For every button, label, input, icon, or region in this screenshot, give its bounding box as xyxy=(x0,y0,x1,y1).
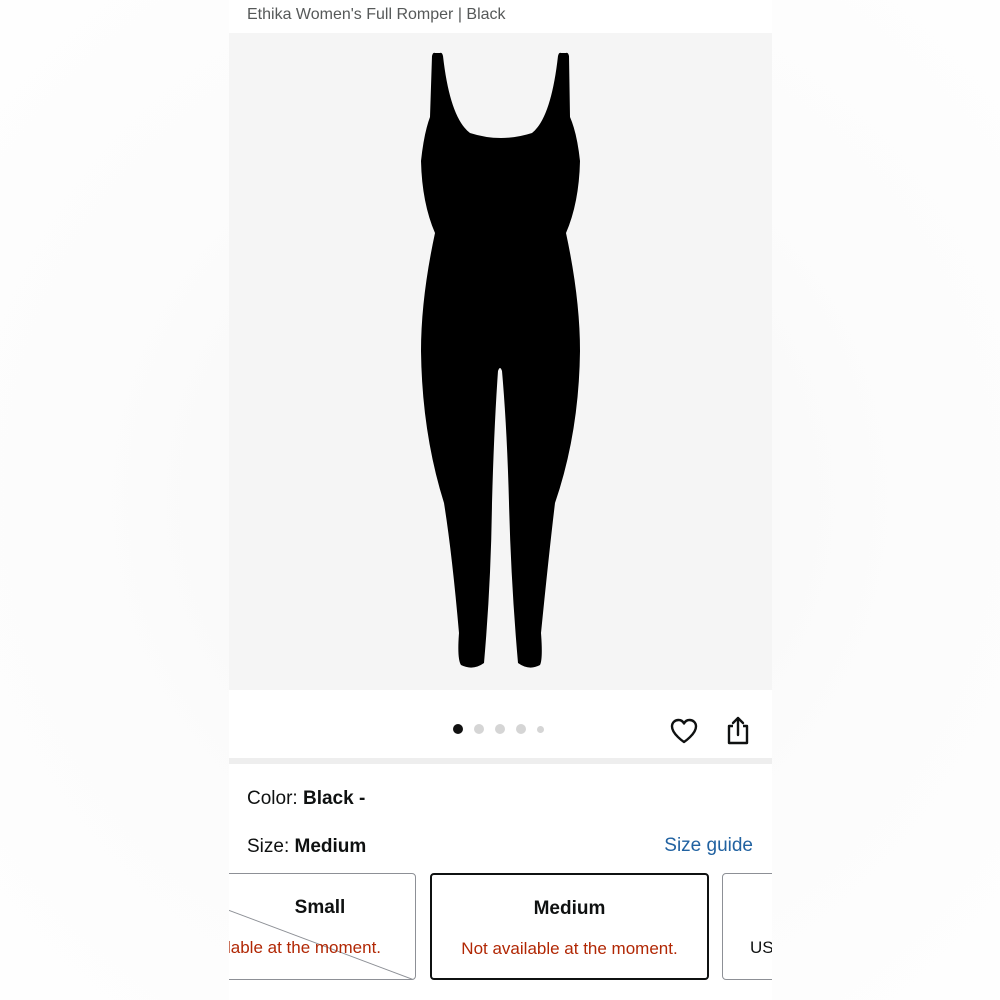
product-image-gallery[interactable] xyxy=(229,33,772,690)
unavailable-strike xyxy=(229,909,414,979)
size-option-large[interactable]: US xyxy=(722,873,772,980)
share-button[interactable] xyxy=(721,714,755,748)
romper-image xyxy=(421,52,580,668)
gallery-pagination xyxy=(453,724,544,734)
size-option-status: Not available at the moment. xyxy=(461,939,678,958)
share-icon xyxy=(727,716,749,745)
size-row: Size: Medium xyxy=(247,836,366,858)
size-option-status: US xyxy=(750,938,772,957)
size-option-small[interactable]: Small lable at the moment. xyxy=(229,873,416,980)
gallery-dot[interactable] xyxy=(474,724,484,734)
wishlist-button[interactable] xyxy=(667,714,701,748)
size-option-medium[interactable]: Medium Not available at the moment. xyxy=(430,873,709,980)
color-value: Black - xyxy=(302,788,366,809)
size-guide-link[interactable]: Size guide xyxy=(664,835,753,857)
color-label: Color: xyxy=(247,788,298,809)
size-option-name: Small xyxy=(294,897,346,918)
product-screen: Ethika Women's Full Romper | Black Color… xyxy=(229,0,772,1000)
gallery-dot[interactable] xyxy=(495,724,505,734)
gallery-dot[interactable] xyxy=(537,725,544,733)
size-label: Size: xyxy=(247,836,290,857)
section-divider xyxy=(229,758,772,764)
heart-icon xyxy=(670,718,698,744)
size-option-status: lable at the moment. xyxy=(229,938,382,957)
page: Ethika Women's Full Romper | Black Color… xyxy=(0,0,1000,1000)
product-title: Ethika Women's Full Romper | Black xyxy=(247,6,506,23)
color-row: Color: Black - xyxy=(247,788,365,810)
gallery-dot[interactable] xyxy=(516,724,526,734)
size-value: Medium xyxy=(294,836,367,857)
size-option-name: Medium xyxy=(533,898,606,919)
gallery-dot[interactable] xyxy=(453,724,463,734)
